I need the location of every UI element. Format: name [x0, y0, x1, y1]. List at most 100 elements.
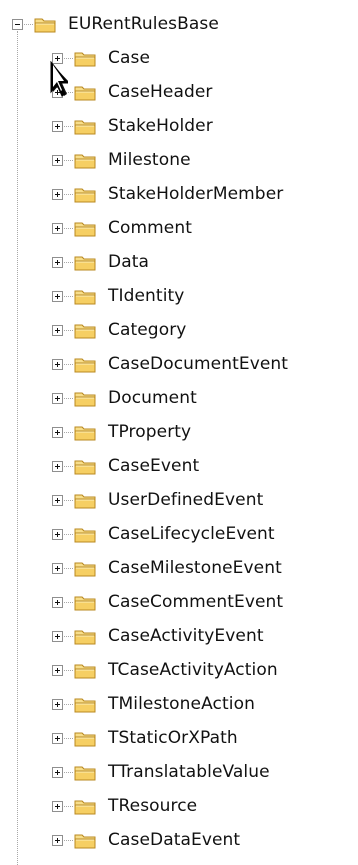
expand-icon[interactable]: [52, 120, 63, 132]
tree-connector: [64, 567, 73, 569]
expand-icon[interactable]: [52, 426, 63, 438]
tree-item-casemilestoneevent[interactable]: CaseMilestoneEvent: [52, 551, 282, 585]
tree-item-tresource[interactable]: TResource: [52, 789, 197, 823]
tree-item-label: StakeHolderMember: [108, 184, 284, 204]
expand-icon[interactable]: [52, 630, 63, 642]
tree-connector: [64, 533, 73, 535]
tree-item-label: TTranslatableValue: [108, 762, 270, 782]
tree-connector: [64, 125, 73, 127]
tree-item-comment[interactable]: Comment: [52, 211, 192, 245]
expand-icon[interactable]: [52, 698, 63, 710]
tree-connector: [64, 227, 73, 229]
tree-connector: [64, 635, 73, 637]
tree-item-label: TCaseActivityAction: [108, 660, 278, 680]
tree-item-casecommentevent[interactable]: CaseCommentEvent: [52, 585, 283, 619]
tree-item-label: TIdentity: [108, 286, 185, 306]
folder-icon: [74, 831, 96, 849]
tree-connector: [24, 23, 33, 25]
expand-icon[interactable]: [52, 732, 63, 744]
tree-connector: [64, 193, 73, 195]
tree-item-caseevent[interactable]: CaseEvent: [52, 449, 199, 483]
tree-connector: [64, 329, 73, 331]
tree-item-label: Document: [108, 388, 197, 408]
expand-icon[interactable]: [52, 460, 63, 472]
tree-connector: [64, 363, 73, 365]
tree-item-label: CaseLifecycleEvent: [108, 524, 275, 544]
tree-item-caselifecycleevent[interactable]: CaseLifecycleEvent: [52, 517, 275, 551]
tree-item-tstaticorxpath[interactable]: TStaticOrXPath: [52, 721, 238, 755]
folder-icon: [74, 491, 96, 509]
tree-item-category[interactable]: Category: [52, 313, 186, 347]
folder-icon: [74, 661, 96, 679]
tree-item-label: TMilestoneAction: [108, 694, 255, 714]
tree-item-label: CaseEvent: [108, 456, 200, 476]
tree-item-casedataevent[interactable]: CaseDataEvent: [52, 823, 240, 857]
expand-icon[interactable]: [52, 528, 63, 540]
tree-item-label: Category: [108, 320, 187, 340]
folder-icon: [74, 83, 96, 101]
expand-icon[interactable]: [52, 154, 63, 166]
tree-item-document[interactable]: Document: [52, 381, 197, 415]
tree-item-userdefinedevent[interactable]: UserDefinedEvent: [52, 483, 263, 517]
expand-icon[interactable]: [52, 494, 63, 506]
tree-item-label: CaseMilestoneEvent: [108, 558, 282, 578]
tree-item-stakeholdermember[interactable]: StakeHolderMember: [52, 177, 283, 211]
tree-item-data[interactable]: Data: [52, 245, 149, 279]
tree-item-tidentity[interactable]: TIdentity: [52, 279, 184, 313]
tree-connector: [64, 771, 73, 773]
tree-item-label: CaseCommentEvent: [108, 592, 284, 612]
tree-connector: [64, 159, 73, 161]
tree-item-caseactivityevent[interactable]: CaseActivityEvent: [52, 619, 264, 653]
tree-item-caseheader[interactable]: CaseHeader: [52, 75, 213, 109]
tree-item-casedocumentevent[interactable]: CaseDocumentEvent: [52, 347, 288, 381]
tree-item-tmilestoneaction[interactable]: TMilestoneAction: [52, 687, 255, 721]
mouse-pointer-icon: [50, 61, 68, 97]
folder-icon: [74, 287, 96, 305]
collapse-icon[interactable]: [12, 18, 23, 30]
tree-connector: [64, 703, 73, 705]
tree-item-tproperty[interactable]: TProperty: [52, 415, 191, 449]
folder-icon: [74, 457, 96, 475]
tree-item-label: CaseHeader: [108, 82, 213, 102]
expand-icon[interactable]: [52, 188, 63, 200]
tree-root-label: EURentRulesBase: [68, 14, 219, 34]
tree-connector: [64, 431, 73, 433]
tree-item-stakeholder[interactable]: StakeHolder: [52, 109, 213, 143]
tree-item-label: TProperty: [108, 422, 192, 442]
tree-item-milestone[interactable]: Milestone: [52, 143, 191, 177]
expand-icon[interactable]: [52, 834, 63, 846]
tree-item-label: CaseActivityEvent: [108, 626, 264, 646]
tree-connector: [64, 295, 73, 297]
folder-icon: [74, 355, 96, 373]
expand-icon[interactable]: [52, 358, 63, 370]
tree-root-row[interactable]: EURentRulesBase: [12, 7, 219, 41]
tree-item-label: StakeHolder: [108, 116, 213, 136]
folder-icon: [74, 389, 96, 407]
tree-connector: [64, 261, 73, 263]
expand-icon[interactable]: [52, 596, 63, 608]
folder-icon: [74, 763, 96, 781]
folder-icon: [74, 253, 96, 271]
tree-item-tcaseactivityaction[interactable]: TCaseActivityAction: [52, 653, 278, 687]
expand-icon[interactable]: [52, 664, 63, 676]
tree-item-ttranslatablevalue[interactable]: TTranslatableValue: [52, 755, 270, 789]
expand-icon[interactable]: [52, 766, 63, 778]
tree-connector: [64, 669, 73, 671]
tree-item-label: Comment: [108, 218, 192, 238]
expand-icon[interactable]: [52, 256, 63, 268]
expand-icon[interactable]: [52, 222, 63, 234]
tree-connector: [64, 805, 73, 807]
expand-icon[interactable]: [52, 392, 63, 404]
expand-icon[interactable]: [52, 800, 63, 812]
tree-connector: [64, 601, 73, 603]
expand-icon[interactable]: [52, 562, 63, 574]
expand-icon[interactable]: [52, 290, 63, 302]
folder-icon: [74, 627, 96, 645]
tree-connector: [64, 737, 73, 739]
folder-icon: [74, 49, 96, 67]
folder-icon: [74, 219, 96, 237]
tree-item-label: Milestone: [108, 150, 191, 170]
folder-icon: [74, 525, 96, 543]
expand-icon[interactable]: [52, 324, 63, 336]
tree-item-label: Case: [108, 48, 151, 68]
